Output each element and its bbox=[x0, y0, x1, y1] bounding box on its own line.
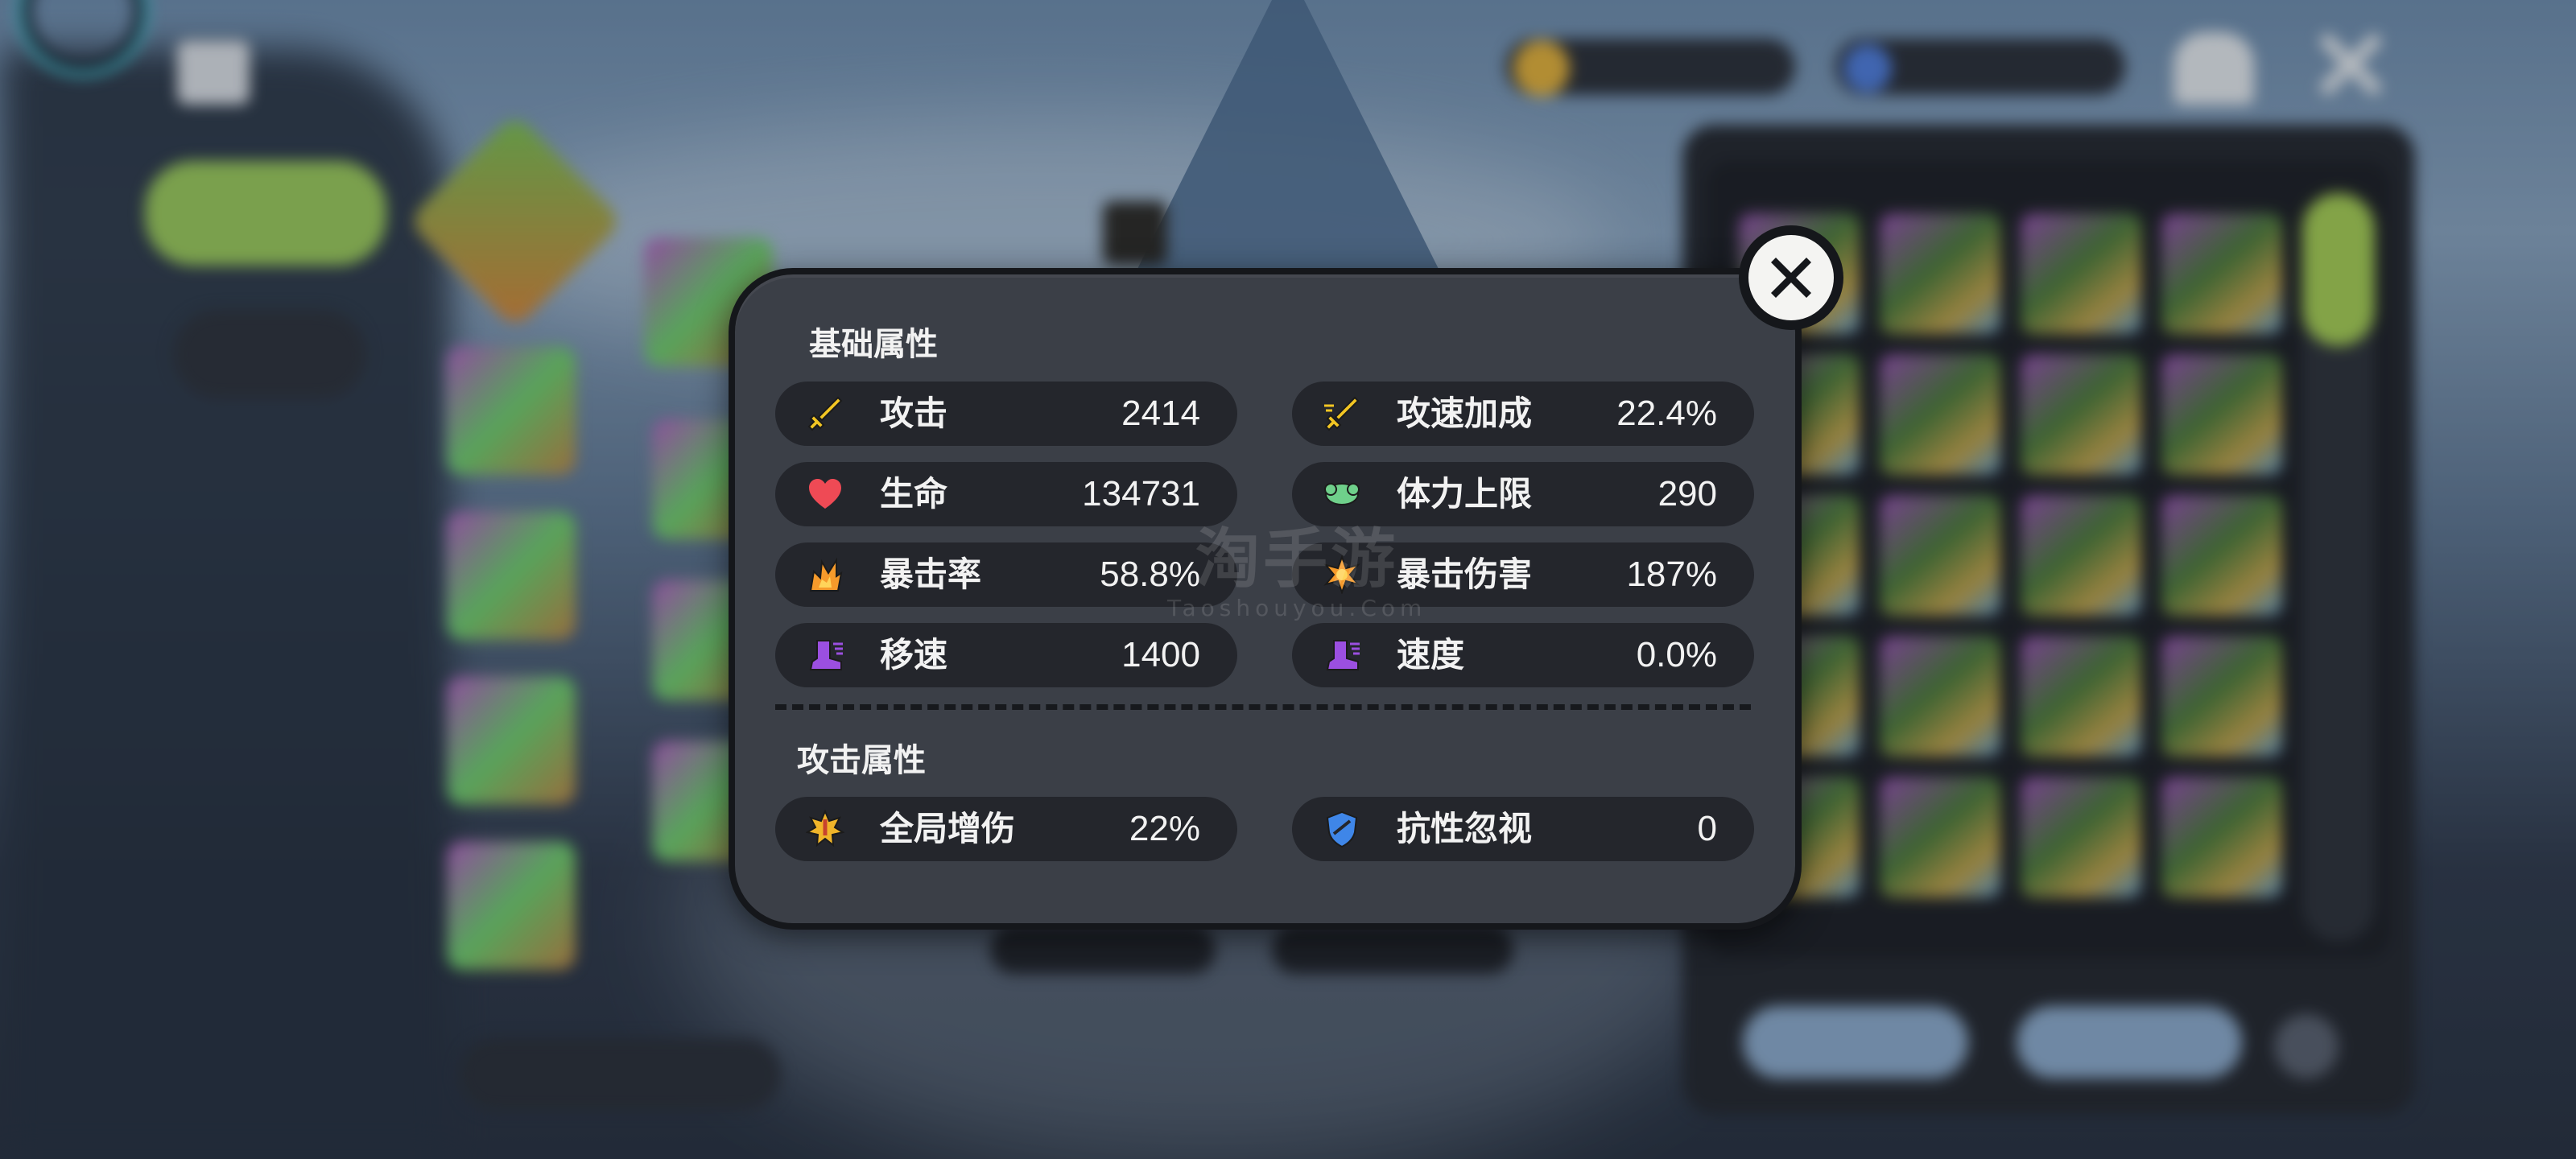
stat-value: 134731 bbox=[1082, 474, 1200, 514]
close-x-icon bbox=[1771, 258, 1811, 298]
stat-row-crit-rate: 暴击率 58.8% bbox=[775, 542, 1237, 607]
heart-icon bbox=[809, 479, 841, 509]
stat-row-crit-damage: 暴击伤害 187% bbox=[1292, 542, 1754, 607]
stat-value: 0 bbox=[1697, 809, 1717, 848]
boot-icon bbox=[1326, 640, 1360, 670]
stat-row-health: 生命 134731 bbox=[775, 462, 1237, 526]
stat-label: 全局增伤 bbox=[880, 809, 1016, 848]
stat-row-stamina-cap: 体力上限 290 bbox=[1292, 462, 1754, 526]
stat-value: 290 bbox=[1657, 474, 1717, 514]
stat-label: 暴击伤害 bbox=[1397, 555, 1533, 594]
sword-icon bbox=[807, 396, 843, 431]
stat-row-speed: 速度 0.0% bbox=[1292, 623, 1754, 687]
crit-damage-burst-icon bbox=[1323, 555, 1360, 594]
stat-label: 移速 bbox=[880, 635, 948, 674]
section-title-attack: 攻击属性 bbox=[797, 742, 926, 779]
attack-speed-sword-icon bbox=[1324, 396, 1360, 431]
stat-value: 0.0% bbox=[1636, 635, 1717, 674]
stat-value: 2414 bbox=[1121, 394, 1200, 433]
damage-boost-icon bbox=[806, 810, 844, 848]
stamina-muscle-icon bbox=[1324, 483, 1360, 505]
stat-value: 22.4% bbox=[1616, 394, 1717, 433]
stat-value: 187% bbox=[1626, 555, 1717, 594]
stat-row-global-damage: 全局增伤 22% bbox=[775, 797, 1237, 861]
stat-label: 体力上限 bbox=[1397, 474, 1533, 514]
stat-value: 1400 bbox=[1121, 635, 1200, 674]
stat-row-attack: 攻击 2414 bbox=[775, 382, 1237, 446]
stat-label: 攻击 bbox=[880, 394, 948, 433]
close-button-face bbox=[1748, 235, 1834, 320]
stat-row-move-speed: 移速 1400 bbox=[775, 623, 1237, 687]
stat-value: 58.8% bbox=[1100, 555, 1200, 594]
stat-label: 抗性忽视 bbox=[1397, 809, 1533, 848]
section-title-basic: 基础属性 bbox=[809, 326, 938, 363]
stat-label: 攻速加成 bbox=[1397, 394, 1533, 433]
stat-label: 速度 bbox=[1397, 635, 1465, 674]
stat-value: 22% bbox=[1129, 809, 1200, 848]
stat-row-resist-ignore: 抗性忽视 0 bbox=[1292, 797, 1754, 861]
crit-burst-icon bbox=[809, 557, 843, 592]
section-divider bbox=[775, 704, 1751, 710]
stat-row-attack-speed: 攻速加成 22.4% bbox=[1292, 382, 1754, 446]
broken-shield-icon bbox=[1326, 810, 1358, 848]
stat-label: 暴击率 bbox=[880, 555, 982, 594]
modal-close-button[interactable] bbox=[1739, 225, 1843, 330]
boot-icon bbox=[809, 640, 843, 670]
stat-label: 生命 bbox=[880, 474, 948, 514]
